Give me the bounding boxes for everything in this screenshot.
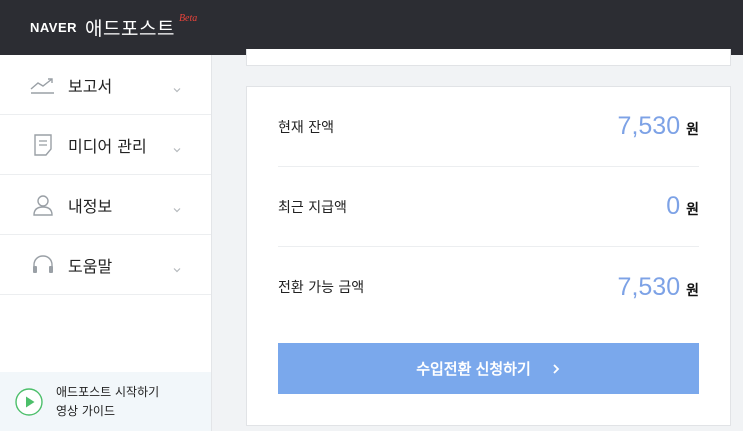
sidebar-item-label: 미디어 관리	[68, 136, 147, 156]
sidebar: 보고서 미디어 관리 내정보 도움말 애드포스트 시작하기 영상 가이드	[0, 55, 212, 431]
chevron-down-icon	[172, 260, 182, 272]
beta-badge: Beta	[178, 13, 198, 24]
naver-logo[interactable]: NAVER	[30, 20, 77, 35]
sidebar-item-report[interactable]: 보고서	[0, 55, 211, 115]
sidebar-item-myinfo[interactable]: 내정보	[0, 175, 211, 235]
top-bar: NAVER 애드포스트 Beta	[0, 0, 743, 55]
product-name[interactable]: 애드포스트	[85, 14, 175, 41]
row-value: 0 원	[666, 192, 699, 221]
headset-icon	[30, 252, 56, 278]
previous-card	[246, 49, 731, 66]
sidebar-item-label: 내정보	[68, 196, 113, 216]
video-guide-line2: 영상 가이드	[56, 403, 116, 418]
currency-unit: 원	[686, 122, 699, 138]
row-label: 현재 잔액	[278, 119, 334, 136]
balance-card: 현재 잔액 7,530 원 최근 지급액 0 원 전환 가능 금액 7,530 …	[246, 86, 731, 426]
main-content: 현재 잔액 7,530 원 최근 지급액 0 원 전환 가능 금액 7,530 …	[212, 49, 743, 431]
row-value: 7,530 원	[618, 273, 699, 302]
balance-row-recent: 최근 지급액 0 원	[278, 167, 699, 247]
sidebar-item-label: 보고서	[68, 76, 113, 96]
video-guide-line1: 애드포스트 시작하기	[56, 384, 160, 399]
balance-row-convertible: 전환 가능 금액 7,530 원	[278, 247, 699, 327]
document-icon	[30, 132, 56, 158]
apply-conversion-label: 수입전환 신청하기	[416, 361, 531, 378]
recent-payment-amount: 0	[666, 192, 681, 220]
play-circle-icon	[14, 387, 44, 417]
apply-conversion-button[interactable]: 수입전환 신청하기	[278, 343, 699, 394]
chevron-right-icon	[551, 363, 561, 375]
current-balance-amount: 7,530	[617, 112, 681, 140]
sidebar-item-help[interactable]: 도움말	[0, 235, 211, 295]
row-label: 전환 가능 금액	[278, 280, 365, 296]
trend-chart-icon	[30, 72, 56, 98]
video-guide-link[interactable]: 애드포스트 시작하기 영상 가이드	[0, 372, 211, 431]
row-value: 7,530 원	[618, 112, 699, 141]
row-label: 최근 지급액	[278, 199, 347, 216]
person-icon	[30, 192, 56, 218]
sidebar-item-label: 도움말	[68, 256, 113, 276]
currency-unit: 원	[686, 282, 699, 299]
balance-row-current: 현재 잔액 7,530 원	[278, 87, 699, 167]
chevron-down-icon	[172, 140, 182, 152]
chevron-down-icon	[172, 80, 182, 92]
video-guide-text: 애드포스트 시작하기 영상 가이드	[56, 383, 159, 421]
chevron-down-icon	[172, 200, 182, 212]
sidebar-item-media[interactable]: 미디어 관리	[0, 115, 211, 175]
convertible-amount: 7,530	[617, 272, 681, 301]
currency-unit: 원	[686, 202, 699, 218]
